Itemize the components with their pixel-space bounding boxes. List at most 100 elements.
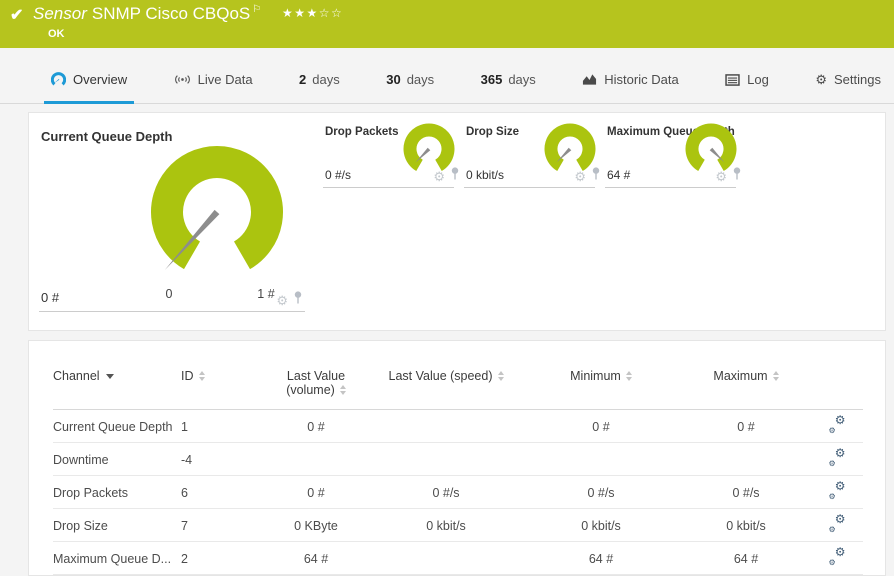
gauge-icon	[51, 72, 66, 87]
last-value-speed: 0 #/s	[371, 476, 521, 509]
gauge-title: Drop Packets	[325, 126, 399, 138]
overview-content: Current Queue Depth 0 1 # 0 # ⚙ Drop Pac…	[0, 104, 894, 576]
tab-historic-data[interactable]: Historic Data	[575, 48, 685, 104]
gauge-scale-min: 0	[161, 287, 177, 301]
channel-id: 2	[181, 542, 261, 575]
gauge-settings-gear-icon[interactable]: ⚙	[574, 170, 586, 183]
tab-365-days[interactable]: 365 days	[474, 48, 543, 104]
tab-overview[interactable]: Overview	[44, 48, 134, 104]
drop-size-gauge: Drop Size 0 kbit/s ⚙	[464, 123, 595, 188]
pin-icon[interactable]	[732, 167, 742, 185]
sort-both-icon	[340, 385, 346, 395]
gauge-title: Current Queue Depth	[41, 129, 172, 144]
gauge-title: Drop Size	[466, 126, 519, 138]
gauge-settings-gear-icon[interactable]: ⚙	[276, 294, 288, 307]
gauge-value: 0 kbit/s	[466, 168, 504, 182]
log-list-icon	[725, 74, 740, 86]
gauge-value: 0 #	[41, 290, 59, 305]
pin-icon[interactable]	[591, 167, 601, 185]
sort-desc-icon	[106, 374, 114, 379]
maximum-value: 64 #	[681, 542, 811, 575]
tab-number: 30	[386, 72, 400, 87]
table-row: Drop Packets 6 0 # 0 #/s 0 #/s 0 #/s ⚙⚙	[53, 476, 863, 509]
channel-id: -4	[181, 443, 261, 476]
gauge-value: 0 #/s	[325, 168, 351, 182]
last-value-volume: 0 #	[261, 476, 371, 509]
gauges-panel: Current Queue Depth 0 1 # 0 # ⚙ Drop Pac…	[28, 112, 886, 331]
tab-settings[interactable]: ⚙ Settings	[808, 48, 888, 104]
tab-30-days[interactable]: 30 days	[379, 48, 441, 104]
flag-icon[interactable]: ⚐	[252, 4, 261, 15]
table-header-row: Channel ID Last Value (volume) Last Valu…	[53, 365, 863, 410]
tab-label: Overview	[73, 72, 127, 87]
page-title: SNMP Cisco CBQoS	[92, 4, 250, 23]
sensor-page: ✔ Sensor SNMP Cisco CBQoS⚐ ★★★☆☆ OK Overv…	[0, 0, 894, 576]
column-header-minimum[interactable]: Minimum	[521, 365, 681, 410]
gear-icon: ⚙	[815, 72, 827, 88]
minimum-value: 0 #	[521, 410, 681, 443]
gauge-value: 64 #	[607, 168, 630, 182]
current-queue-depth-gauge: Current Queue Depth 0 1 # 0 # ⚙	[39, 123, 305, 312]
channel-id: 1	[181, 410, 261, 443]
column-header-last-value-volume[interactable]: Last Value (volume)	[261, 365, 371, 410]
tab-number: 365	[481, 72, 503, 87]
column-header-id[interactable]: ID	[181, 365, 261, 410]
historic-chart-icon	[582, 73, 597, 86]
channel-settings-gears-icon[interactable]: ⚙⚙	[829, 450, 846, 466]
maximum-queue-depth-gauge: Maximum Queue Depth 64 # ⚙	[605, 123, 736, 188]
channel-name: Drop Size	[53, 509, 181, 542]
column-header-last-value-speed[interactable]: Last Value (speed)	[371, 365, 521, 410]
minimum-value: 64 #	[521, 542, 681, 575]
last-value-speed	[371, 443, 521, 476]
tab-label: Log	[747, 72, 769, 87]
sensor-kind-label: Sensor	[33, 4, 87, 23]
tab-live-data[interactable]: Live Data	[167, 48, 260, 104]
status-badge: OK	[48, 28, 65, 40]
tab-label: days	[508, 72, 535, 87]
gauge-settings-gear-icon[interactable]: ⚙	[433, 170, 445, 183]
table-row: Drop Size 7 0 KByte 0 kbit/s 0 kbit/s 0 …	[53, 509, 863, 542]
tab-number: 2	[299, 72, 306, 87]
pin-icon[interactable]	[450, 167, 460, 185]
last-value-volume	[261, 443, 371, 476]
minimum-value: 0 #/s	[521, 476, 681, 509]
channel-settings-gears-icon[interactable]: ⚙⚙	[829, 417, 846, 433]
channel-name: Downtime	[53, 443, 181, 476]
sort-both-icon	[626, 371, 632, 381]
sensor-title-line: Sensor SNMP Cisco CBQoS⚐ ★★★☆☆	[33, 4, 343, 24]
pin-icon[interactable]	[293, 291, 303, 309]
tab-label: days	[407, 72, 434, 87]
channel-name: Current Queue Depth	[53, 410, 181, 443]
minimum-value	[521, 443, 681, 476]
status-check-icon: ✔	[10, 5, 23, 25]
last-value-speed: 0 kbit/s	[371, 509, 521, 542]
gauge-settings-gear-icon[interactable]: ⚙	[715, 170, 727, 183]
sort-both-icon	[498, 371, 504, 381]
priority-stars[interactable]: ★★★☆☆	[282, 6, 343, 20]
channel-id: 6	[181, 476, 261, 509]
tab-2-days[interactable]: 2 days	[292, 48, 347, 104]
channel-name: Drop Packets	[53, 476, 181, 509]
minimum-value: 0 kbit/s	[521, 509, 681, 542]
channel-name: Maximum Queue D...	[53, 542, 181, 575]
sort-both-icon	[773, 371, 779, 381]
table-row: Downtime -4 ⚙⚙	[53, 443, 863, 476]
channel-settings-gears-icon[interactable]: ⚙⚙	[829, 483, 846, 499]
last-value-speed	[371, 542, 521, 575]
tab-log[interactable]: Log	[718, 48, 776, 104]
last-value-volume: 64 #	[261, 542, 371, 575]
column-header-maximum[interactable]: Maximum	[681, 365, 811, 410]
sensor-header: ✔ Sensor SNMP Cisco CBQoS⚐ ★★★☆☆ OK	[0, 0, 894, 48]
table-row: Current Queue Depth 1 0 # 0 # 0 # ⚙⚙	[53, 410, 863, 443]
channel-settings-gears-icon[interactable]: ⚙⚙	[829, 516, 846, 532]
maximum-value: 0 #/s	[681, 476, 811, 509]
channel-settings-gears-icon[interactable]: ⚙⚙	[829, 549, 846, 565]
tab-label: Settings	[834, 72, 881, 87]
live-data-icon	[174, 73, 191, 86]
last-value-volume: 0 #	[261, 410, 371, 443]
column-header-actions	[811, 365, 863, 410]
channels-table-panel: Channel ID Last Value (volume) Last Valu…	[28, 340, 886, 576]
column-header-channel[interactable]: Channel	[53, 365, 181, 410]
last-value-volume: 0 KByte	[261, 509, 371, 542]
tab-label: Historic Data	[604, 72, 678, 87]
